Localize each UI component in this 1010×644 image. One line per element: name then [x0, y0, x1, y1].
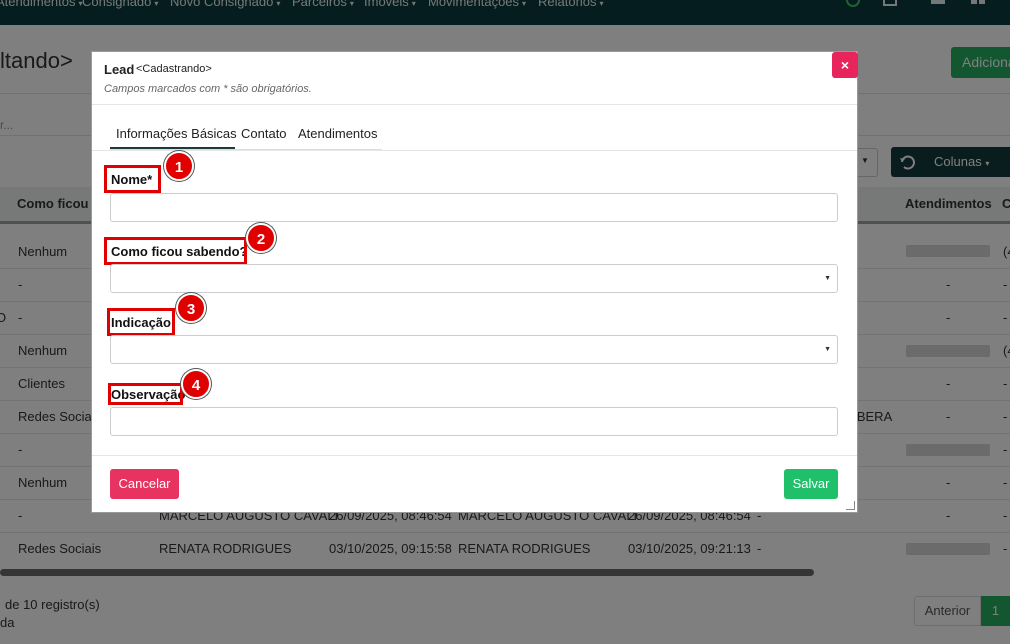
tab-contato[interactable]: Contato: [241, 126, 287, 141]
annotation-badge: 2: [246, 223, 276, 253]
nome-input[interactable]: [110, 193, 838, 222]
modal-header-divider: [92, 104, 857, 105]
modal-subtitle: Campos marcados com * são obrigatórios.: [104, 83, 312, 95]
close-icon: ×: [840, 57, 850, 73]
tab-informacoes-basicas[interactable]: Informações Básicas: [116, 126, 237, 141]
tabs-divider: [92, 150, 857, 151]
annotation-badge: 3: [176, 293, 206, 323]
modal-footer-divider: [92, 455, 857, 456]
annotation-box: [104, 237, 247, 265]
annotation-box: [108, 383, 183, 405]
lead-modal: Lead <Cadastrando> Campos marcados com *…: [91, 51, 858, 513]
indicacao-select[interactable]: ▼: [110, 335, 838, 364]
modal-status: <Cadastrando>: [136, 63, 212, 75]
observacao-input[interactable]: [110, 407, 838, 436]
como-ficou-sabendo-select[interactable]: ▼: [110, 264, 838, 293]
annotation-badge: 4: [181, 369, 211, 399]
close-button[interactable]: ×: [832, 52, 858, 78]
annotation-box: [104, 165, 161, 193]
tab-atendimentos[interactable]: Atendimentos: [298, 126, 378, 141]
annotation-badge: 1: [164, 151, 194, 181]
chevron-down-icon: ▼: [824, 346, 831, 353]
resize-handle-icon[interactable]: [846, 501, 855, 510]
active-tab-indicator: [110, 147, 235, 149]
chevron-down-icon: ▼: [824, 275, 831, 282]
modal-title: Lead: [104, 62, 135, 77]
annotation-box: [107, 308, 175, 336]
save-button[interactable]: Salvar: [784, 469, 838, 499]
cancel-button[interactable]: Cancelar: [110, 469, 179, 499]
